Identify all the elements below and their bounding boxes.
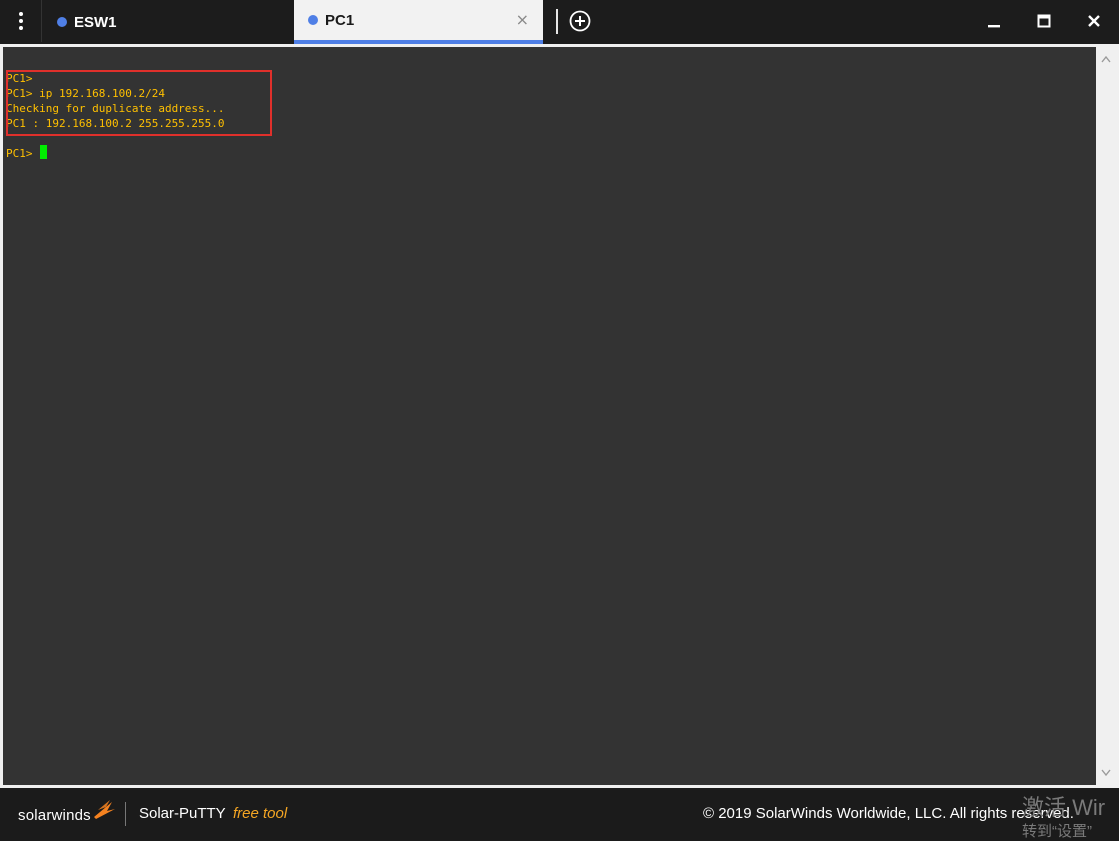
tab-divider [556, 9, 558, 34]
tab-pc1[interactable]: PC1 × [294, 0, 543, 44]
tab-label: ESW1 [74, 13, 117, 31]
scroll-down-icon[interactable] [1101, 769, 1111, 777]
add-tab-icon[interactable] [569, 10, 591, 32]
menu-button[interactable] [0, 0, 42, 42]
vertical-scrollbar[interactable] [1096, 47, 1116, 785]
close-tab-icon[interactable]: × [516, 11, 529, 29]
close-window-icon[interactable] [1080, 8, 1108, 34]
product-name: Solar-PuTTY [139, 805, 226, 822]
footer-divider [125, 802, 126, 826]
copyright-text: © 2019 SolarWinds Worldwide, LLC. All ri… [703, 805, 1074, 822]
terminal-output[interactable]: PC1> PC1> ip 192.168.100.2/24 Checking f… [3, 47, 1096, 785]
scroll-up-icon[interactable] [1101, 55, 1111, 63]
minimize-icon[interactable] [980, 8, 1008, 34]
solarwinds-flame-icon [94, 800, 115, 819]
activation-watermark: 激活 Wir [1022, 795, 1106, 820]
status-dot-icon [57, 17, 67, 27]
footer: solarwinds Solar-PuTTY free tool © 2019 … [0, 788, 1119, 840]
brand-logo-text: solarwinds [18, 807, 91, 824]
title-bar: ESW1 PC1 × [0, 0, 1119, 44]
tab-esw1[interactable]: ESW1 [43, 0, 293, 44]
terminal-prompt: PC1> [6, 147, 40, 160]
status-dot-icon [308, 15, 318, 25]
tab-label: PC1 [325, 11, 355, 29]
text-cursor [40, 145, 47, 159]
terminal-frame: PC1> PC1> ip 192.168.100.2/24 Checking f… [0, 44, 1119, 788]
highlight-annotation [6, 70, 272, 136]
more-vertical-icon [18, 12, 23, 30]
free-tool-label: free tool [233, 805, 288, 822]
maximize-icon[interactable] [1030, 8, 1058, 34]
